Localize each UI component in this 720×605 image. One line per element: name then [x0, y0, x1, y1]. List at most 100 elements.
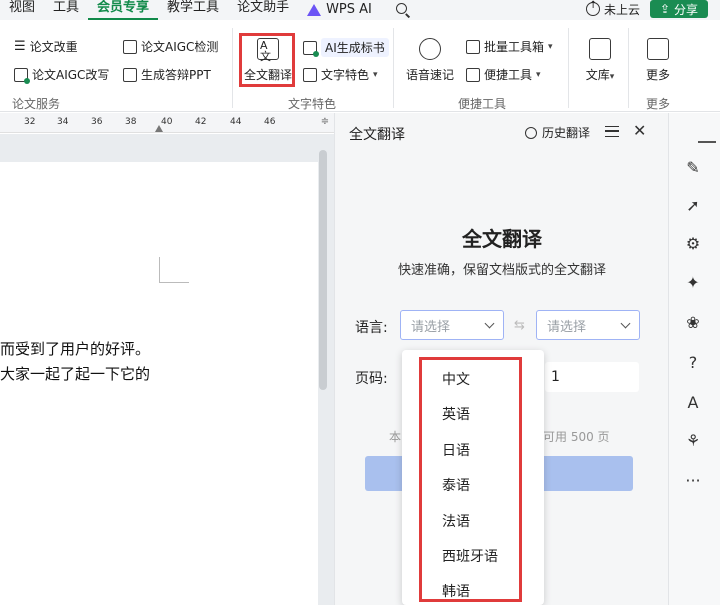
ruler-tick: 36	[91, 117, 103, 127]
text-feature-icon	[303, 67, 317, 82]
group-label-more: 更多	[646, 97, 671, 111]
help-icon[interactable]: ?	[683, 353, 703, 373]
more-label: 更多	[645, 68, 670, 82]
ruler-tick: 38	[125, 117, 137, 127]
magic-tools-icon[interactable]: ✦	[683, 273, 703, 293]
indent-marker[interactable]	[155, 125, 163, 132]
chevron-down-icon: ▾	[536, 69, 541, 80]
document-text-line: 而受到了用户的好评。	[0, 340, 151, 358]
ribbon-divider	[393, 28, 394, 108]
toolbox-icon	[466, 39, 480, 54]
cloud-upload-icon	[585, 0, 600, 16]
speech-notes-label: 语音速记	[405, 68, 454, 82]
text-feature-label: 文字特色	[321, 68, 370, 82]
menu-view[interactable]: 视图	[0, 0, 44, 20]
generate-defense-ppt-button[interactable]: 生成答辩PPT	[123, 66, 211, 83]
list-icon: ☰	[14, 39, 26, 54]
horizontal-ruler: 32 34 36 38 40 42 44 46 ≑	[0, 113, 334, 133]
wps-ai-logo-icon	[307, 4, 322, 16]
highlight-box-translate	[239, 33, 295, 87]
history-translate-label: 历史翻译	[542, 126, 591, 140]
apps-icon[interactable]: ❀	[683, 313, 703, 333]
hero-subtitle: 快速准确，保留文档版式的全文翻译	[397, 263, 606, 278]
library-icon	[589, 38, 611, 60]
menu-icon[interactable]	[605, 126, 619, 137]
ribbon-divider	[628, 28, 629, 108]
ruler-tick: 46	[264, 117, 276, 127]
cloud-status[interactable]: 未上云	[585, 0, 640, 18]
share-icon: ⇪	[659, 2, 671, 16]
menu-tools[interactable]: 工具	[44, 0, 88, 20]
document-page[interactable]: 而受到了用户的好评。 大家一起了起一下它的	[0, 162, 318, 605]
ppt-icon	[123, 67, 137, 82]
swap-languages-icon[interactable]: ⇆	[514, 318, 525, 333]
handy-tools-icon	[466, 67, 480, 82]
paper-aigc-check-button[interactable]: 论文AIGC检测	[123, 38, 218, 55]
page-label: 页码:	[355, 371, 388, 387]
menu-teaching-tools[interactable]: 教学工具	[158, 0, 228, 20]
source-language-select[interactable]: 请选择	[400, 310, 504, 340]
batch-toolbox-dropdown[interactable]: 批量工具箱 ▾	[466, 38, 553, 55]
more-button[interactable]: 更多	[640, 38, 676, 83]
paper-rewrite-label: 论文改重	[29, 40, 78, 54]
panel-title: 全文翻译	[349, 127, 405, 143]
batch-toolbox-label: 批量工具箱	[484, 40, 545, 54]
share-label: 分享	[674, 2, 699, 17]
menu-wps-ai[interactable]: WPS AI	[298, 0, 381, 20]
library-label: 文库▾	[585, 68, 615, 82]
group-label-tools: 便捷工具	[458, 97, 507, 111]
cursor-icon[interactable]: ➚	[683, 196, 703, 216]
more-icon[interactable]: ···	[683, 471, 703, 491]
chevron-down-icon	[484, 318, 495, 328]
vertical-scrollbar[interactable]	[319, 150, 327, 390]
ribbon-divider	[232, 28, 233, 108]
sliders-icon[interactable]: ⚙	[683, 234, 703, 254]
document-area: 而受到了用户的好评。 大家一起了起一下它的	[0, 134, 334, 605]
target-language-select[interactable]: 请选择	[536, 310, 640, 340]
ruler-tick: 44	[230, 117, 242, 127]
text-feature-dropdown[interactable]: 文字特色 ▾	[303, 66, 378, 83]
aigc-rewrite-icon	[14, 67, 30, 84]
search-icon[interactable]	[395, 2, 411, 18]
paper-aigc-rewrite-button[interactable]: 论文AIGC改写	[14, 66, 110, 84]
chevron-down-icon: ▾	[373, 69, 378, 80]
history-translate-button[interactable]: 历史翻译	[525, 124, 590, 141]
speech-notes-button[interactable]: 语音速记	[405, 38, 455, 83]
paper-aigc-rewrite-label: 论文AIGC改写	[32, 68, 110, 82]
ai-generate-bid-label: AI生成标书	[321, 38, 389, 57]
ai-generate-bid-button[interactable]: AI生成标书	[303, 38, 389, 57]
ruler-tick: 42	[195, 117, 207, 127]
paper-aigc-check-label: 论文AIGC检测	[141, 40, 219, 54]
menu-wps-ai-label: WPS AI	[326, 2, 372, 17]
group-label-paper-service: 论文服务	[12, 97, 61, 111]
available-pages-hint: 可用 500 页	[543, 430, 610, 444]
handy-tools-label: 便捷工具	[484, 68, 533, 82]
source-language-placeholder: 请选择	[411, 319, 451, 335]
menu-paper-assistant[interactable]: 论文助手	[228, 0, 298, 20]
group-label-text-features: 文字特色	[288, 97, 337, 111]
chevron-down-icon	[620, 318, 631, 328]
ruler-toggle-icon[interactable]: ≑	[318, 116, 332, 130]
library-dropdown[interactable]: 文库▾	[578, 38, 622, 83]
ribbon-toolbar: ☰ 论文改重 论文AIGC检测 论文AIGC改写 生成答辩PPT 论文服务 A文…	[0, 20, 720, 112]
page-range-value: 1	[551, 369, 560, 385]
share-button[interactable]: ⇪ 分享	[650, 0, 708, 18]
page-range-input[interactable]: 1	[545, 362, 639, 392]
chevron-down-icon: ▾	[548, 41, 553, 52]
document-text-line: 大家一起了起一下它的	[0, 365, 151, 383]
translate-icon[interactable]: A	[683, 393, 703, 413]
shirt-icon[interactable]: ⚘	[683, 431, 703, 451]
target-language-placeholder: 请选择	[547, 319, 587, 335]
cloud-status-label: 未上云	[603, 2, 640, 17]
menu-member-exclusive[interactable]: 会员专享	[88, 0, 159, 20]
page-hint-text: 本	[389, 430, 402, 444]
close-icon[interactable]: ✕	[633, 121, 646, 140]
ribbon-divider	[568, 28, 569, 108]
pen-icon[interactable]: ✎	[683, 158, 703, 178]
handy-tools-dropdown[interactable]: 便捷工具 ▾	[466, 66, 541, 83]
paper-rewrite-button[interactable]: ☰ 论文改重	[14, 38, 78, 55]
grid-icon	[647, 38, 669, 60]
generate-defense-ppt-label: 生成答辩PPT	[141, 68, 211, 82]
collapse-icon[interactable]	[683, 123, 716, 143]
ai-doc-icon	[303, 40, 319, 57]
